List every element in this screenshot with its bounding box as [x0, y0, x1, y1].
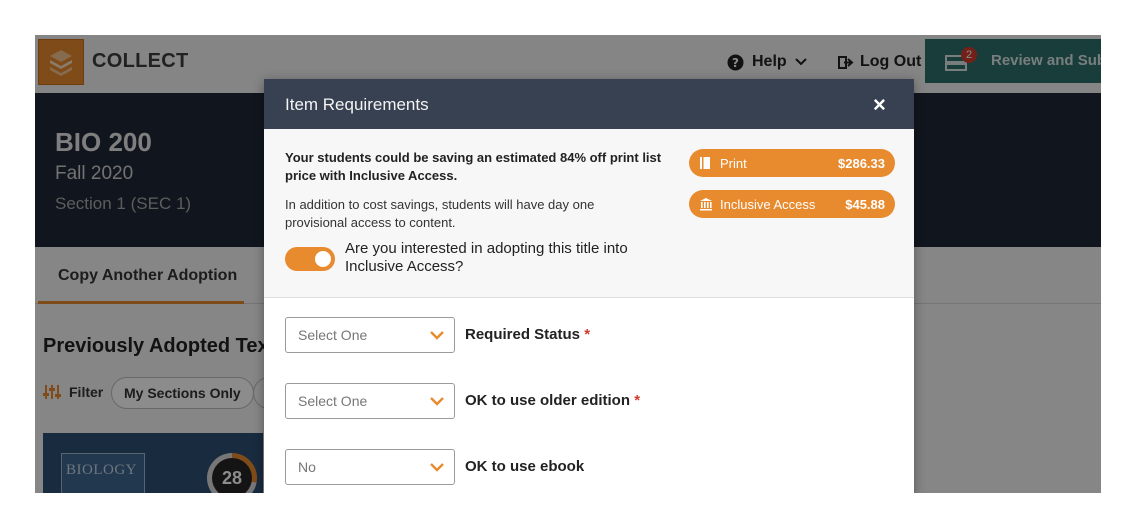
required-status-select[interactable]: Select One: [285, 317, 455, 353]
modal-header: Item Requirements ×: [264, 79, 914, 129]
print-price-badge: Print $286.33: [689, 149, 895, 177]
inclusive-access-toggle[interactable]: [285, 247, 335, 271]
savings-text: Your students could be saving an estimat…: [285, 150, 662, 183]
institution-icon: [700, 198, 712, 211]
item-requirements-modal: Item Requirements × Your students could …: [264, 79, 914, 493]
inclusive-access-price: $45.88: [845, 197, 885, 212]
older-edition-value: Select One: [298, 393, 368, 409]
modal-title: Item Requirements: [285, 95, 429, 114]
toggle-question: Are you interested in adopting this titl…: [345, 240, 628, 275]
chevron-down-icon: [430, 331, 444, 340]
chevron-down-icon: [430, 463, 444, 472]
required-status-label-text: Required Status: [465, 326, 581, 343]
required-status-value: Select One: [298, 327, 368, 343]
inclusive-access-label: Inclusive Access: [720, 197, 816, 212]
access-text: In addition to cost savings, students wi…: [285, 197, 595, 230]
ebook-value: No: [298, 459, 316, 475]
print-price: $286.33: [838, 156, 885, 171]
inclusive-access-promo: Your students could be saving an estimat…: [264, 129, 914, 298]
ebook-select[interactable]: No: [285, 449, 455, 485]
toggle-knob: [315, 251, 331, 267]
book-icon: [700, 157, 710, 169]
app-viewport: COLLECT ? Help Log Out 2 Review and Subr…: [35, 35, 1101, 493]
required-status-label: Required Status *: [465, 326, 590, 343]
inclusive-access-price-badge: Inclusive Access $45.88: [689, 190, 895, 218]
required-asterisk: *: [634, 392, 641, 409]
chevron-down-icon: [430, 397, 444, 406]
required-asterisk: *: [584, 326, 591, 343]
print-label: Print: [720, 156, 747, 171]
older-edition-label: OK to use older edition *: [465, 392, 640, 409]
older-edition-select[interactable]: Select One: [285, 383, 455, 419]
ebook-label: OK to use ebook: [465, 458, 584, 475]
older-edition-label-text: OK to use older edition: [465, 392, 631, 409]
ebook-label-text: OK to use ebook: [465, 458, 585, 475]
close-icon[interactable]: ×: [873, 92, 886, 118]
